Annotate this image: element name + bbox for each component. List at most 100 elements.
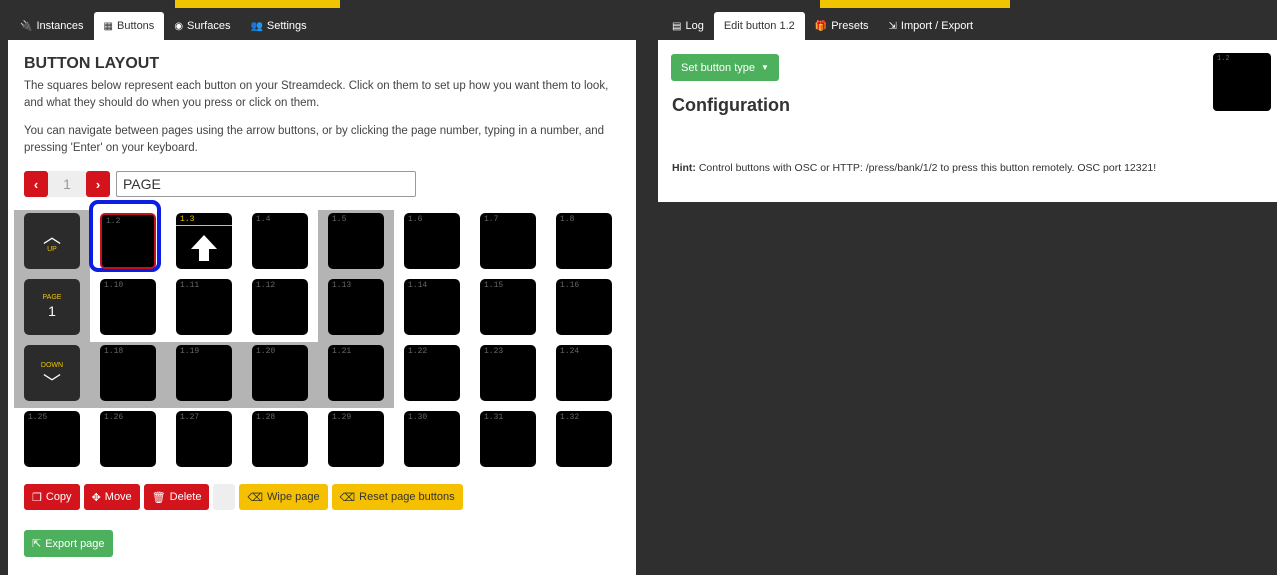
header-line: [176, 225, 232, 226]
next-page-button[interactable]: ›: [86, 171, 110, 197]
button-number-label: 1.8: [560, 215, 575, 224]
button-1-29[interactable]: 1.29: [328, 411, 384, 467]
clipboard-icon: ▤: [672, 20, 682, 32]
grid-icon: ▦: [103, 20, 113, 32]
page-number[interactable]: 1: [48, 171, 86, 197]
button-number-label: 1.31: [484, 413, 504, 422]
reset-page-buttons-button[interactable]: ⌫ Reset page buttons: [331, 484, 463, 510]
button-number-label: 1.5: [332, 215, 347, 224]
move-icon: ✥: [91, 491, 101, 504]
button-1-26[interactable]: 1.26: [100, 411, 156, 467]
set-button-type-dropdown[interactable]: Set button type ▼: [671, 54, 779, 81]
tab-import-export[interactable]: ⇲ Import / Export: [879, 12, 984, 40]
export-page-label: Export page: [45, 537, 105, 550]
configuration-heading: Configuration: [672, 95, 790, 115]
button-number-label: 1.18: [104, 347, 124, 356]
export-page-button[interactable]: ⇱ Export page: [24, 530, 113, 557]
delete-button[interactable]: 🗑 Delete: [143, 484, 210, 510]
prev-page-button[interactable]: ‹: [24, 171, 48, 197]
copy-label: Copy: [45, 491, 72, 503]
button-number-label: 1.26: [104, 413, 124, 422]
chevron-down-icon: ﹀: [43, 373, 61, 393]
button-number-label: 1.6: [408, 215, 423, 224]
button-1-32[interactable]: 1.32: [556, 411, 612, 467]
eraser-icon: ⌫: [247, 491, 264, 504]
page-title: BUTTON LAYOUT: [24, 55, 160, 72]
button-1-21[interactable]: 1.21: [328, 345, 384, 401]
button-1-25[interactable]: 1.25: [24, 411, 80, 467]
button-1-5[interactable]: 1.5: [328, 213, 384, 269]
tab-instances[interactable]: 🔌 Instances: [10, 12, 94, 40]
button-1-4[interactable]: 1.4: [252, 213, 308, 269]
button-number-label: 1.19: [180, 347, 200, 356]
button-1-16[interactable]: 1.16: [556, 279, 612, 335]
page-up-button[interactable]: ︿ UP: [24, 213, 80, 269]
plug-icon: 🔌: [20, 20, 33, 32]
button-number-label: 1.4: [256, 215, 271, 224]
button-1-10[interactable]: 1.10: [100, 279, 156, 335]
wipe-page-button[interactable]: ⌫ Wipe page: [239, 484, 328, 510]
button-1-28[interactable]: 1.28: [252, 411, 308, 467]
button-1-15[interactable]: 1.15: [480, 279, 536, 335]
button-number-label: 1.21: [332, 347, 352, 356]
button-number-label: 1.3: [180, 215, 195, 224]
tab-label: Instances: [36, 20, 84, 32]
hint-label: Hint:: [672, 162, 696, 174]
button-1-3[interactable]: 1.3: [176, 213, 232, 269]
button-number-label: 1.16: [560, 281, 580, 290]
button-number-label: 1.23: [484, 347, 504, 356]
delete-label: Delete: [169, 491, 202, 503]
button-1-13[interactable]: 1.13: [328, 279, 384, 335]
copy-button[interactable]: ❐ Copy: [24, 484, 80, 510]
button-preview-label: 1.2: [1217, 55, 1230, 63]
button-number-label: 1.12: [256, 281, 276, 290]
button-1-23[interactable]: 1.23: [480, 345, 536, 401]
tab-settings[interactable]: 👥 Settings: [240, 12, 316, 40]
move-button[interactable]: ✥ Move: [83, 484, 140, 510]
button-1-18[interactable]: 1.18: [100, 345, 156, 401]
button-number-label: 1.15: [484, 281, 504, 290]
button-1-24[interactable]: 1.24: [556, 345, 612, 401]
button-1-22[interactable]: 1.22: [404, 345, 460, 401]
caret-down-icon: ▼: [761, 63, 769, 72]
button-1-31[interactable]: 1.31: [480, 411, 536, 467]
button-number-label: 1.10: [104, 281, 124, 290]
tab-label: Settings: [266, 20, 307, 32]
button-layout-panel: BUTTON LAYOUT The squares below represen…: [8, 40, 636, 575]
tab-label: Surfaces: [187, 20, 231, 32]
trash-icon: 🗑: [151, 491, 166, 504]
button-1-12[interactable]: 1.12: [252, 279, 308, 335]
tab-presets[interactable]: 🎁 Presets: [805, 12, 879, 40]
button-number-label: 1.29: [332, 413, 352, 422]
button-1-6[interactable]: 1.6: [404, 213, 460, 269]
tab-edit-button-1-2[interactable]: Edit button 1.2: [713, 12, 805, 40]
tab-surfaces[interactable]: ◉ Surfaces: [164, 12, 240, 40]
button-number-label: 1.30: [408, 413, 428, 422]
button-number-label: 1.28: [256, 413, 276, 422]
arrow-up-icon: [191, 235, 217, 261]
button-number-label: 1.25: [28, 413, 48, 422]
button-1-8[interactable]: 1.8: [556, 213, 612, 269]
button-1-19[interactable]: 1.19: [176, 345, 232, 401]
file-export-icon: ⇱: [32, 538, 42, 550]
page-indicator-value: 1: [48, 303, 56, 319]
button-1-30[interactable]: 1.30: [404, 411, 460, 467]
button-1-27[interactable]: 1.27: [176, 411, 232, 467]
tab-log[interactable]: ▤ Log: [662, 12, 714, 40]
top-strip: [0, 0, 1277, 8]
button-1-20[interactable]: 1.20: [252, 345, 308, 401]
button-1-2[interactable]: 1.2: [100, 213, 156, 269]
page-indicator-button[interactable]: PAGE 1: [24, 279, 80, 335]
button-1-11[interactable]: 1.11: [176, 279, 232, 335]
page-indicator-label: PAGE: [42, 294, 62, 301]
gamepad-icon: ◉: [174, 20, 184, 32]
button-1-14[interactable]: 1.14: [404, 279, 460, 335]
tab-buttons[interactable]: ▦ Buttons: [93, 12, 165, 40]
button-1-7[interactable]: 1.7: [480, 213, 536, 269]
button-preview: 1.2: [1213, 53, 1271, 111]
button-number-label: 1.32: [560, 413, 580, 422]
reset-page-buttons-label: Reset page buttons: [359, 491, 455, 503]
page-name-input[interactable]: [116, 171, 416, 197]
import-icon: ⇲: [888, 20, 897, 32]
page-down-button[interactable]: DOWN ﹀: [24, 345, 80, 401]
